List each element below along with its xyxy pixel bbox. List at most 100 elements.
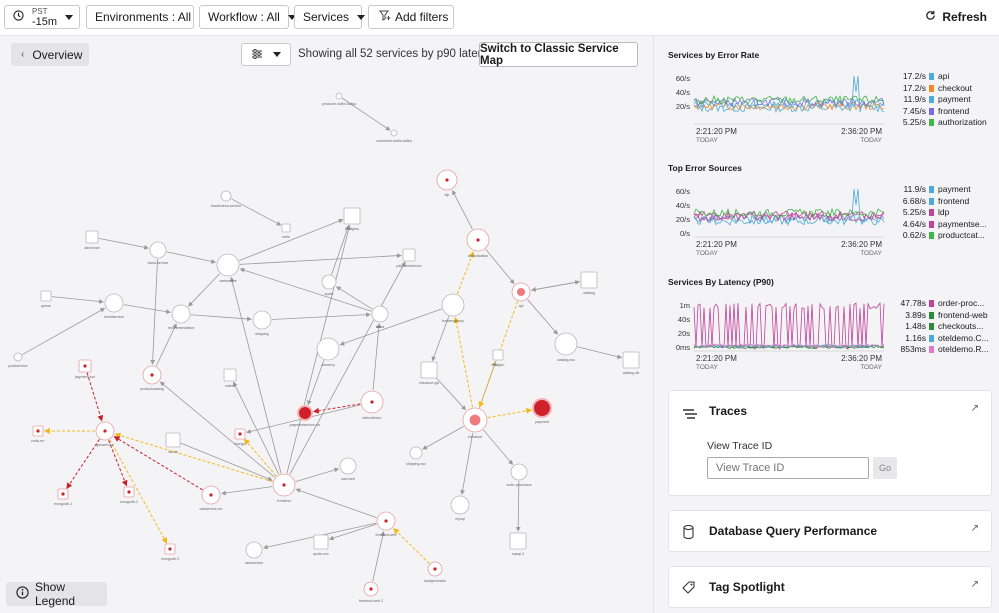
service-node[interactable]: catalog-svc: [554, 332, 578, 362]
service-node-label: fraudcheck-service: [211, 204, 241, 208]
service-node[interactable]: api: [511, 282, 531, 308]
service-node[interactable]: quote-svc: [313, 534, 329, 556]
y-tick-label: 60/s: [676, 187, 690, 196]
service-node[interactable]: currency: [316, 337, 340, 367]
service-node[interactable]: frontend-web-2: [359, 581, 383, 603]
legend-item[interactable]: 5.25/s authorization: [898, 117, 987, 129]
service-node[interactable]: geoservice: [95, 421, 115, 447]
service-node[interactable]: cartservice-err: [200, 485, 224, 511]
database-query-card[interactable]: Database Query Performance ↗: [668, 510, 992, 552]
service-node[interactable]: emailservice: [104, 293, 124, 319]
legend-item[interactable]: 5.25/s ldp: [898, 207, 987, 219]
service-node-label: fraud-service: [148, 261, 169, 265]
service-node[interactable]: paymentservice-err: [290, 405, 322, 427]
service-node[interactable]: consumer-kotlin-kafka: [376, 129, 412, 143]
legend-item[interactable]: 17.2/s checkout: [898, 83, 987, 95]
service-node[interactable]: queue: [40, 290, 52, 308]
service-node[interactable]: shipping-svc: [406, 446, 426, 466]
legend-item[interactable]: 853ms oteldemo.R...: [898, 344, 988, 356]
service-node[interactable]: adservice: [84, 230, 100, 250]
services-filter[interactable]: Services: [294, 5, 366, 29]
service-node[interactable]: userservice: [245, 541, 263, 565]
add-filters-button[interactable]: Add filters: [368, 5, 454, 29]
service-node[interactable]: loadgenerator: [424, 561, 447, 583]
legend-swatch: [929, 107, 934, 115]
service-node[interactable]: fraud-service: [148, 241, 169, 265]
service-node[interactable]: quote: [321, 274, 337, 296]
service-edge: [108, 440, 128, 487]
service-node[interactable]: loadgen: [492, 349, 505, 367]
refresh-button[interactable]: Refresh: [925, 10, 987, 24]
service-node[interactable]: frontend: [272, 473, 296, 503]
legend-item[interactable]: 1.48s checkouts...: [898, 321, 989, 333]
service-node[interactable]: authorization: [466, 228, 490, 258]
service-node-label: pushservice: [8, 364, 27, 368]
workflow-filter[interactable]: Workflow : All: [199, 5, 296, 29]
service-node-label: shipping: [255, 332, 268, 336]
tag-spotlight-card[interactable]: Tag Spotlight ↗: [668, 566, 992, 608]
service-node[interactable]: redis-err: [31, 425, 45, 443]
service-node[interactable]: frontendproxy: [441, 293, 465, 323]
x-tick-label: 2:21:20 PM: [696, 127, 737, 136]
service-node[interactable]: cache: [165, 432, 181, 454]
legend-swatch: [929, 334, 934, 342]
service-node[interactable]: productcatalog: [140, 365, 164, 391]
legend-item[interactable]: 6.68/s frontend: [898, 196, 987, 208]
service-node[interactable]: payment-svc: [75, 359, 96, 379]
service-node[interactable]: payment: [532, 398, 552, 424]
service-node[interactable]: orders: [223, 368, 237, 388]
service-node[interactable]: checkout: [462, 407, 488, 439]
service-node-label: mongodb-2: [120, 500, 138, 504]
legend-item[interactable]: 1.16s oteldemo.C...: [898, 333, 988, 345]
service-node-label: otelcollector: [362, 416, 382, 420]
service-node-label: quote-svc: [313, 552, 329, 556]
service-node-label: frontend-web: [376, 533, 397, 537]
service-edge: [239, 253, 402, 265]
service-node[interactable]: postgres: [343, 207, 361, 231]
environments-filter[interactable]: Environments : All: [86, 5, 208, 29]
service-node[interactable]: catalog: [580, 271, 598, 295]
service-node[interactable]: pushservice: [8, 352, 28, 368]
expand-icon[interactable]: ↗: [971, 403, 979, 414]
service-node[interactable]: mongo: [235, 428, 246, 446]
service-node[interactable]: paymentservice: [396, 248, 422, 268]
legend-item[interactable]: 0.62/s productcat...: [898, 230, 987, 242]
service-node[interactable]: otelcollector: [360, 390, 384, 420]
service-node[interactable]: mysql: [450, 495, 470, 521]
legend-item[interactable]: 11.9/s payment: [898, 94, 987, 106]
legend-item[interactable]: 11.9/s payment: [898, 184, 987, 196]
service-node[interactable]: cart-web: [339, 457, 357, 481]
go-button[interactable]: Go: [873, 457, 897, 479]
legend-item[interactable]: 17.2/s api: [898, 71, 987, 83]
service-node[interactable]: shipping: [252, 310, 272, 336]
service-node-label: mysql: [455, 517, 465, 521]
service-node[interactable]: recommendation: [168, 304, 195, 330]
service-node[interactable]: redis: [281, 223, 291, 239]
service-node[interactable]: checkout-gw: [419, 361, 440, 385]
service-node[interactable]: frontend-web: [376, 511, 397, 537]
service-node[interactable]: cartservice: [216, 253, 240, 283]
service-node[interactable]: fraudcheck-service: [211, 190, 241, 208]
legend-swatch: [929, 209, 934, 217]
legend-item[interactable]: 7.45/s frontend: [898, 106, 987, 118]
service-node[interactable]: mongodb-3: [161, 543, 179, 561]
time-range-picker[interactable]: PST -15m: [4, 5, 80, 29]
service-node[interactable]: mysql-2: [509, 532, 527, 556]
legend-name: authorization: [938, 117, 987, 127]
series-line: [693, 301, 885, 350]
trace-id-input[interactable]: [707, 457, 869, 479]
service-node[interactable]: mongodb-2: [120, 486, 138, 504]
add-filters-label: Add filters: [395, 10, 449, 24]
legend-item[interactable]: 4.64/s paymentse...: [898, 219, 987, 231]
expand-icon[interactable]: ↗: [971, 579, 979, 590]
expand-icon[interactable]: ↗: [971, 523, 979, 534]
legend-swatch: [929, 346, 934, 354]
service-node[interactable]: order-processor: [506, 463, 532, 487]
service-node[interactable]: kafka: [371, 305, 389, 329]
top-filter-bar: PST -15m Environments : All Workflow : Al…: [0, 0, 999, 36]
service-node[interactable]: mongodb-1: [54, 488, 72, 506]
service-node[interactable]: producer-kotlin-kafka: [322, 92, 356, 106]
service-node[interactable]: catalog-db: [622, 351, 640, 375]
legend-item[interactable]: 47.78s order-proc...: [898, 298, 989, 310]
legend-item[interactable]: 3.89s frontend-web: [898, 310, 989, 322]
